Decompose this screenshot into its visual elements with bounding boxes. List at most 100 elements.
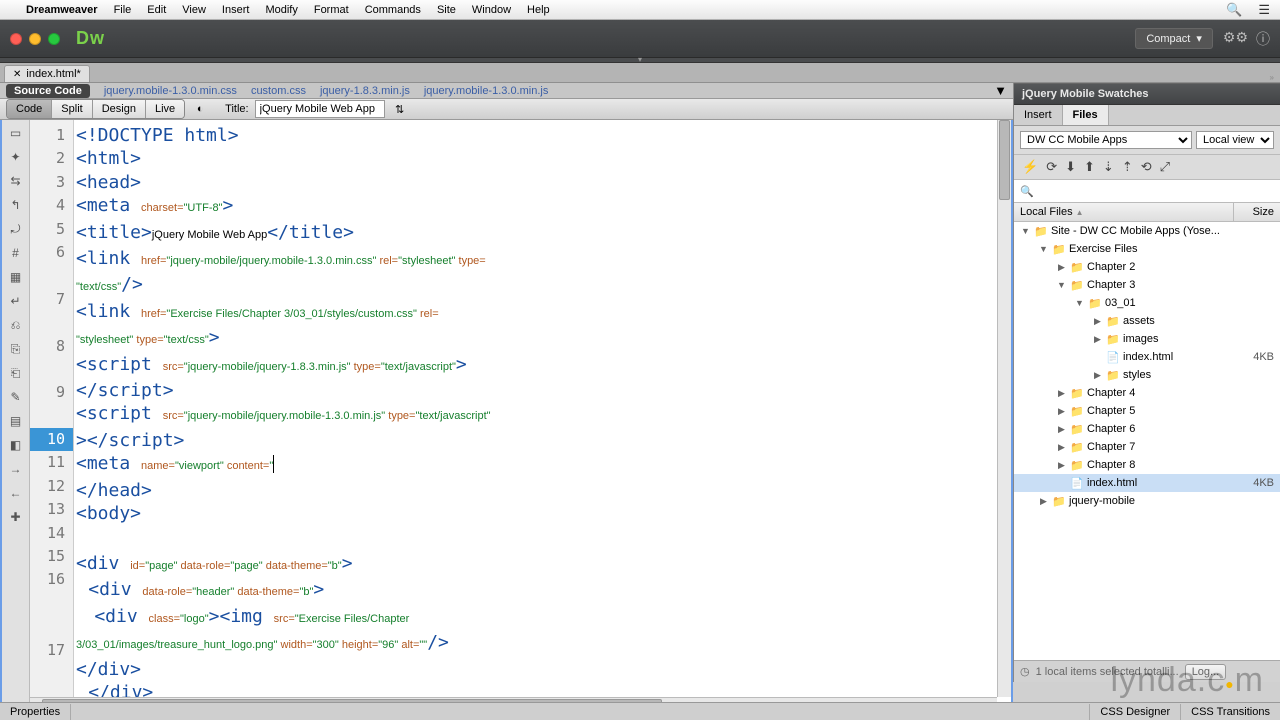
syntax-error-icon[interactable]: ⎌ — [7, 316, 25, 334]
log-button[interactable]: Log... — [1185, 664, 1227, 680]
tree-row[interactable]: ▶📁jquery-mobile — [1014, 492, 1280, 510]
tree-row[interactable]: ▼📁03_01 — [1014, 294, 1280, 312]
design-view-button[interactable]: Design — [93, 100, 146, 118]
sync-icon[interactable]: ⟲ — [1141, 159, 1152, 175]
menu-extras-icon[interactable]: ☰ — [1258, 2, 1270, 18]
tree-row[interactable]: ▶📁images — [1014, 330, 1280, 348]
files-tree[interactable]: ▼📁Site - DW CC Mobile Apps (Yose...▼📁Exe… — [1014, 222, 1280, 660]
insert-tab[interactable]: Insert — [1014, 105, 1063, 125]
related-file[interactable]: jquery.mobile-1.3.0.min.css — [104, 85, 237, 97]
line-numbers-icon[interactable]: # — [7, 244, 25, 262]
properties-panel-tab[interactable]: Properties — [0, 704, 71, 720]
menu-help[interactable]: Help — [527, 4, 550, 16]
swatches-panel-header[interactable]: jQuery Mobile Swatches — [1014, 83, 1280, 105]
tree-row[interactable]: ▶📁styles — [1014, 366, 1280, 384]
wrap-tag-icon[interactable]: ✎ — [7, 388, 25, 406]
select-parent-icon[interactable]: ↰ — [7, 196, 25, 214]
split-view-button[interactable]: Split — [52, 100, 92, 118]
related-file[interactable]: jquery-1.8.3.min.js — [320, 85, 410, 97]
scrollbar-thumb[interactable] — [999, 120, 1010, 200]
file-management-icon[interactable]: ⇅ — [391, 100, 409, 118]
local-files-column[interactable]: Local Files ▲ — [1014, 203, 1234, 221]
css-transitions-tab[interactable]: CSS Transitions — [1180, 704, 1280, 720]
css-designer-tab[interactable]: CSS Designer — [1089, 704, 1180, 720]
sync-settings-icon[interactable]: ⚙⚙ — [1223, 29, 1248, 49]
zoom-window-button[interactable] — [48, 33, 60, 45]
document-tab[interactable]: ✕ index.html* — [4, 65, 90, 82]
format-source-icon[interactable]: ✚ — [7, 508, 25, 526]
app-titlebar: Dw Compact▾ ⚙⚙ ⓘ — [0, 20, 1280, 58]
site-dropdown[interactable]: DW CC Mobile Apps — [1020, 131, 1192, 149]
live-view-button[interactable]: Live — [146, 100, 184, 118]
filter-related-icon[interactable]: ▼ — [994, 83, 1007, 98]
tree-row[interactable]: ▶📁assets — [1014, 312, 1280, 330]
code-editor[interactable]: ▭ ✦ ⇆ ↰ ⤾ # ▦ ↵ ⎌ ⎘ ⎗ ✎ ▤ ◧ → ← ✚ 123456… — [0, 120, 1013, 713]
menu-commands[interactable]: Commands — [365, 4, 421, 16]
vertical-scrollbar[interactable] — [997, 120, 1011, 697]
apply-comment-icon[interactable]: ⎘ — [7, 340, 25, 358]
app-name[interactable]: Dreamweaver — [26, 4, 98, 16]
highlight-invalid-icon[interactable]: ▦ — [7, 268, 25, 286]
dreamweaver-logo-icon: Dw — [76, 28, 105, 49]
tree-row[interactable]: 📄index.html4KB — [1014, 348, 1280, 366]
folder-icon: 📁 — [1051, 495, 1067, 508]
close-tab-icon[interactable]: ✕ — [13, 69, 21, 80]
tree-row[interactable]: 📄index.html4KB — [1014, 474, 1280, 492]
tree-row[interactable]: ▶📁Chapter 6 — [1014, 420, 1280, 438]
tree-row[interactable]: ▶📁Chapter 5 — [1014, 402, 1280, 420]
tree-row[interactable]: ▶📁Chapter 7 — [1014, 438, 1280, 456]
files-toolbar: ⚡ ⟳ ⬇ ⬆ ⇣ ⇡ ⟲ ⤢ — [1014, 155, 1280, 180]
expand-panel-icon[interactable]: ⤢ — [1160, 159, 1170, 175]
live-code-icon[interactable]: ◐ — [191, 100, 209, 118]
move-css-icon[interactable]: ◧ — [7, 436, 25, 454]
menu-edit[interactable]: Edit — [147, 4, 166, 16]
word-wrap-icon[interactable]: ↵ — [7, 292, 25, 310]
related-file[interactable]: custom.css — [251, 85, 306, 97]
remove-comment-icon[interactable]: ⎗ — [7, 364, 25, 382]
balance-braces-icon[interactable]: ⤾ — [7, 220, 25, 238]
expand-all-icon[interactable]: ⇆ — [7, 172, 25, 190]
line-number-gutter[interactable]: 1234567891011121314151617 — [30, 120, 74, 711]
menu-format[interactable]: Format — [314, 4, 349, 16]
tree-row[interactable]: ▶📁Chapter 2 — [1014, 258, 1280, 276]
size-column[interactable]: Size — [1234, 203, 1280, 221]
get-files-icon[interactable]: ⬇ — [1065, 159, 1076, 175]
page-title-input[interactable] — [255, 100, 385, 118]
tab-overflow-icon[interactable]: » — [1270, 73, 1274, 82]
files-tab[interactable]: Files — [1063, 105, 1109, 125]
close-window-button[interactable] — [10, 33, 22, 45]
menu-site[interactable]: Site — [437, 4, 456, 16]
workspace-switcher[interactable]: Compact▾ — [1135, 28, 1213, 49]
source-code-button[interactable]: Source Code — [6, 84, 90, 98]
menu-file[interactable]: File — [114, 4, 132, 16]
menu-window[interactable]: Window — [472, 4, 511, 16]
open-documents-icon[interactable]: ▭ — [7, 124, 25, 142]
chevron-down-icon: ▾ — [1196, 32, 1202, 45]
folder-icon: 📁 — [1087, 297, 1103, 310]
menu-view[interactable]: View — [182, 4, 206, 16]
tree-row[interactable]: ▼📁Site - DW CC Mobile Apps (Yose... — [1014, 222, 1280, 240]
tree-row[interactable]: ▶📁Chapter 4 — [1014, 384, 1280, 402]
tree-row[interactable]: ▼📁Chapter 3 — [1014, 276, 1280, 294]
view-dropdown[interactable]: Local view — [1196, 131, 1274, 149]
menu-modify[interactable]: Modify — [265, 4, 297, 16]
checkout-icon[interactable]: ⇣ — [1103, 159, 1114, 175]
related-file[interactable]: jquery.mobile-1.3.0.min.js — [424, 85, 549, 97]
checkin-icon[interactable]: ⇡ — [1122, 159, 1133, 175]
code-text-area[interactable]: <!DOCTYPE html> <html> <head> <meta char… — [74, 120, 1011, 711]
put-files-icon[interactable]: ⬆ — [1084, 159, 1095, 175]
menu-insert[interactable]: Insert — [222, 4, 250, 16]
recent-snippets-icon[interactable]: ▤ — [7, 412, 25, 430]
tree-row[interactable]: ▼📁Exercise Files — [1014, 240, 1280, 258]
spotlight-icon[interactable]: 🔍 — [1226, 2, 1242, 18]
files-search-input[interactable] — [1034, 183, 1274, 199]
help-icon[interactable]: ⓘ — [1256, 29, 1270, 49]
connect-remote-icon[interactable]: ⚡ — [1022, 159, 1038, 175]
collapse-icon[interactable]: ✦ — [7, 148, 25, 166]
minimize-window-button[interactable] — [29, 33, 41, 45]
outdent-icon[interactable]: ← — [7, 484, 25, 502]
indent-icon[interactable]: → — [7, 460, 25, 478]
refresh-icon[interactable]: ⟳ — [1046, 159, 1057, 175]
code-view-button[interactable]: Code — [7, 100, 52, 118]
tree-row[interactable]: ▶📁Chapter 8 — [1014, 456, 1280, 474]
